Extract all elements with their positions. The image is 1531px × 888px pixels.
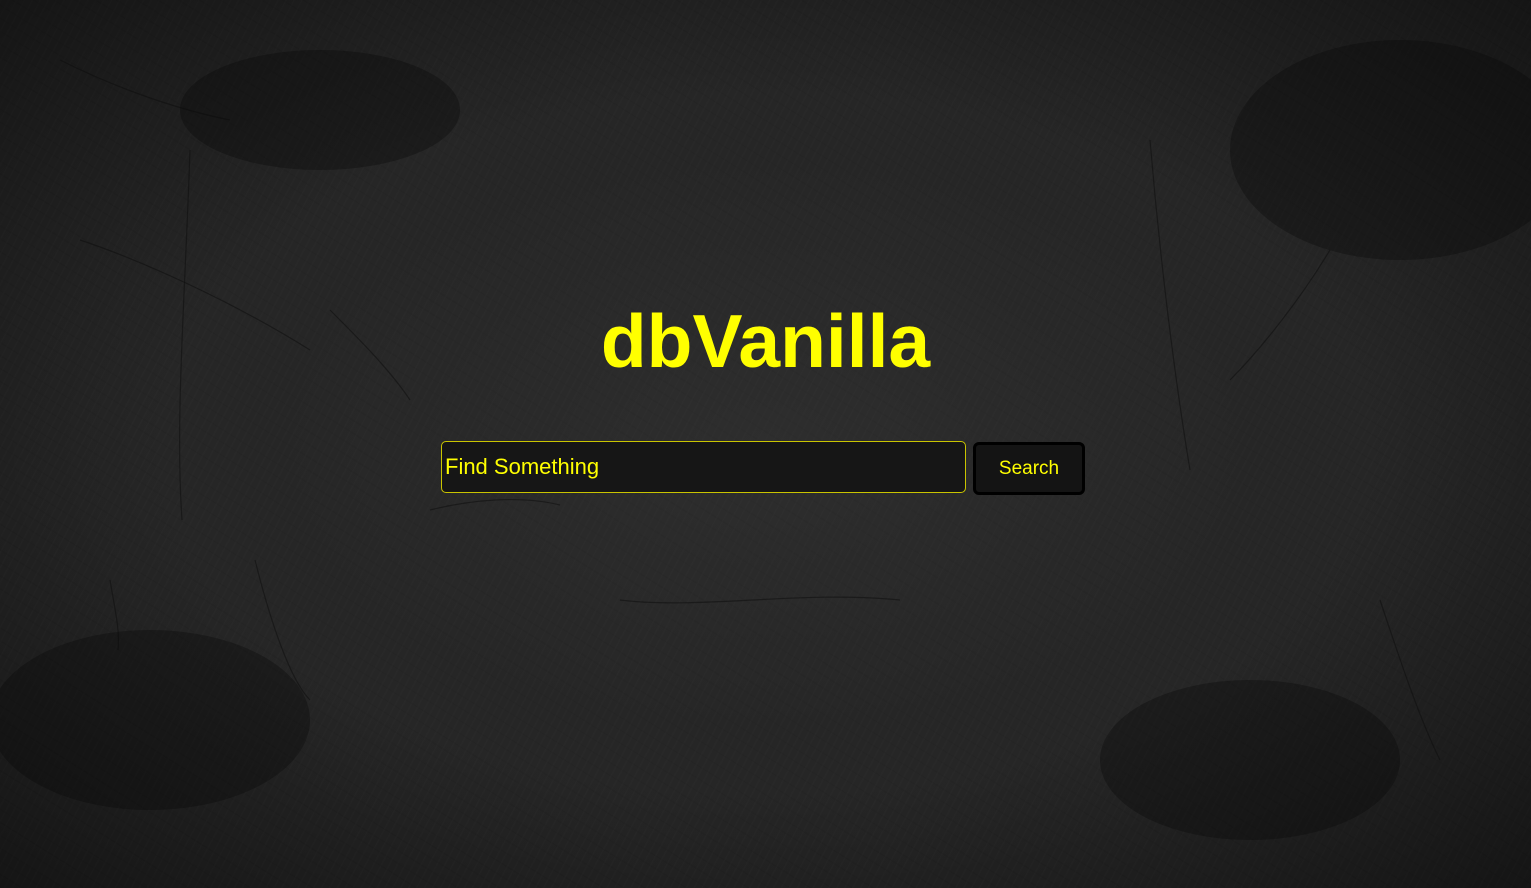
- main-content: dbVanilla Search: [0, 0, 1531, 888]
- search-button[interactable]: Search: [973, 442, 1085, 495]
- app-title: dbVanilla: [600, 299, 931, 383]
- search-input[interactable]: [441, 441, 966, 493]
